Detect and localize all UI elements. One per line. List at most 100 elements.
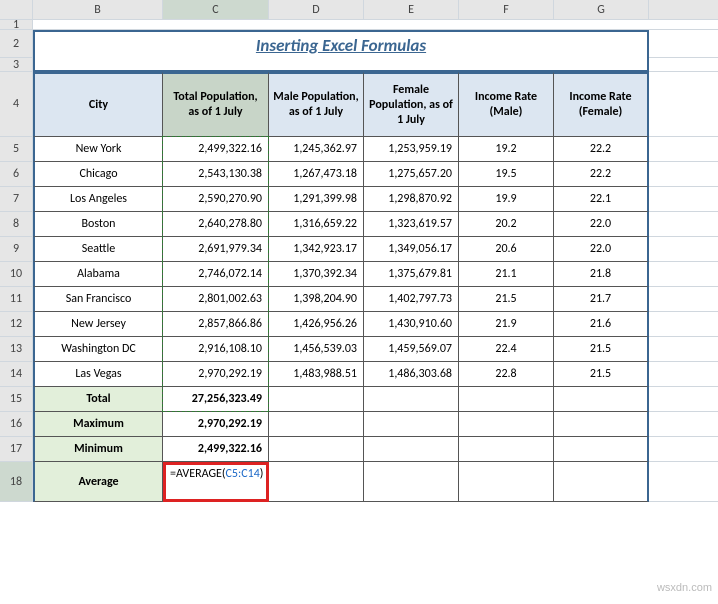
cell-inc-m[interactable]: 20.6: [459, 237, 554, 262]
cell-inc-f[interactable]: 22.2: [554, 162, 649, 187]
cell-blank[interactable]: [649, 212, 718, 237]
cell-inc-m[interactable]: 20.2: [459, 212, 554, 237]
cell-city[interactable]: Los Angeles: [33, 187, 163, 212]
cell-city[interactable]: Seattle: [33, 237, 163, 262]
row-header-2[interactable]: 2: [0, 30, 33, 58]
cell-inc-f[interactable]: 21.5: [554, 337, 649, 362]
cell-inc-f[interactable]: 22.1: [554, 187, 649, 212]
cell-female[interactable]: 1,402,797.73: [364, 287, 459, 312]
cell-inc-f[interactable]: 22.0: [554, 212, 649, 237]
cell-inc-f[interactable]: 21.8: [554, 262, 649, 287]
cell-city[interactable]: Chicago: [33, 162, 163, 187]
cell-male[interactable]: 1,456,539.03: [269, 337, 364, 362]
col-header-C[interactable]: C: [163, 0, 269, 20]
col-header-G[interactable]: G: [554, 0, 649, 20]
cell-inc-m[interactable]: 22.8: [459, 362, 554, 387]
cell-city[interactable]: New Jersey: [33, 312, 163, 337]
row-header-13[interactable]: 13: [0, 337, 33, 362]
cell-city[interactable]: New York: [33, 137, 163, 162]
row-header-12[interactable]: 12: [0, 312, 33, 337]
cell-blank[interactable]: [649, 262, 718, 287]
col-header-D[interactable]: D: [269, 0, 364, 20]
row-header-5[interactable]: 5: [0, 137, 33, 162]
cell-blank[interactable]: [649, 387, 718, 412]
row-header-17[interactable]: 17: [0, 437, 33, 462]
cell-inc-f[interactable]: 22.2: [554, 137, 649, 162]
cell-blank[interactable]: [269, 462, 364, 502]
row-header-8[interactable]: 8: [0, 212, 33, 237]
row-header-18[interactable]: 18: [0, 462, 33, 502]
cell-blank[interactable]: [649, 187, 718, 212]
cell-male[interactable]: 1,245,362.97: [269, 137, 364, 162]
cell-female[interactable]: 1,323,619.57: [364, 212, 459, 237]
cell-inc-m[interactable]: 19.5: [459, 162, 554, 187]
cell-male[interactable]: 1,267,473.18: [269, 162, 364, 187]
cell-female[interactable]: 1,375,679.81: [364, 262, 459, 287]
cell-blank[interactable]: [554, 437, 649, 462]
cell-blank[interactable]: [459, 412, 554, 437]
cell-blank[interactable]: [269, 437, 364, 462]
cell-male[interactable]: 1,426,956.26: [269, 312, 364, 337]
row-header-16[interactable]: 16: [0, 412, 33, 437]
cell-blank[interactable]: [554, 412, 649, 437]
cell-blank[interactable]: [649, 462, 718, 502]
cell-blank[interactable]: [459, 437, 554, 462]
cell-blank[interactable]: [364, 412, 459, 437]
cell-female[interactable]: 1,486,303.68: [364, 362, 459, 387]
cell-total[interactable]: 2,801,002.63: [163, 287, 269, 312]
cell-total[interactable]: 2,916,108.10: [163, 337, 269, 362]
cell-inc-f[interactable]: 21.7: [554, 287, 649, 312]
spreadsheet-grid[interactable]: B C D E F G 1 2 Inserting Excel Formulas…: [0, 0, 718, 502]
cell-inc-m[interactable]: 21.1: [459, 262, 554, 287]
cell-blank[interactable]: [459, 462, 554, 502]
cell-blank[interactable]: [649, 312, 718, 337]
col-header-B[interactable]: B: [33, 0, 163, 20]
cell-total[interactable]: 2,691,979.34: [163, 237, 269, 262]
cell-female[interactable]: 1,253,959.19: [364, 137, 459, 162]
cell-female[interactable]: 1,430,910.60: [364, 312, 459, 337]
cell-blank[interactable]: [649, 30, 718, 58]
cell-female[interactable]: 1,275,657.20: [364, 162, 459, 187]
row-header-15[interactable]: 15: [0, 387, 33, 412]
cell-city[interactable]: San Francisco: [33, 287, 163, 312]
cell-blank[interactable]: [554, 462, 649, 502]
row-header-4[interactable]: 4: [0, 72, 33, 137]
cell-inc-m[interactable]: 19.2: [459, 137, 554, 162]
cell-inc-m[interactable]: 22.4: [459, 337, 554, 362]
cell-inc-f[interactable]: 21.6: [554, 312, 649, 337]
cell-total[interactable]: 2,857,866.86: [163, 312, 269, 337]
row-header-3[interactable]: 3: [0, 58, 33, 72]
cell-blank[interactable]: [364, 462, 459, 502]
cell-blank[interactable]: [649, 287, 718, 312]
cell-blank[interactable]: [649, 72, 718, 137]
cell-total[interactable]: 2,590,270.90: [163, 187, 269, 212]
cell-blank[interactable]: [459, 387, 554, 412]
cell-blank[interactable]: [649, 137, 718, 162]
cell-female[interactable]: 1,459,569.07: [364, 337, 459, 362]
cell-blank[interactable]: [364, 437, 459, 462]
cell-inc-m[interactable]: 19.9: [459, 187, 554, 212]
cell-male[interactable]: 1,291,399.98: [269, 187, 364, 212]
formula-editing-cell[interactable]: =AVERAGE(C5:C14): [163, 462, 269, 502]
cell-blank[interactable]: [649, 362, 718, 387]
cell-blank[interactable]: [364, 387, 459, 412]
row-header-9[interactable]: 9: [0, 237, 33, 262]
value-total[interactable]: 27,256,323.49: [163, 387, 269, 412]
cell-male[interactable]: 1,342,923.17: [269, 237, 364, 262]
row-header-1[interactable]: 1: [0, 20, 33, 30]
cell-city[interactable]: Alabama: [33, 262, 163, 287]
cell-total[interactable]: 2,970,292.19: [163, 362, 269, 387]
cell-blank[interactable]: [649, 437, 718, 462]
cell-city[interactable]: Boston: [33, 212, 163, 237]
cell-blank[interactable]: [269, 387, 364, 412]
cell-male[interactable]: 1,316,659.22: [269, 212, 364, 237]
cell-inc-m[interactable]: 21.5: [459, 287, 554, 312]
cell-blank[interactable]: [269, 412, 364, 437]
value-min[interactable]: 2,499,322.16: [163, 437, 269, 462]
row-header-10[interactable]: 10: [0, 262, 33, 287]
row-header-6[interactable]: 6: [0, 162, 33, 187]
cell-total[interactable]: 2,499,322.16: [163, 137, 269, 162]
row-header-14[interactable]: 14: [0, 362, 33, 387]
cell-inc-f[interactable]: 21.5: [554, 362, 649, 387]
col-header-blank[interactable]: [649, 0, 718, 20]
